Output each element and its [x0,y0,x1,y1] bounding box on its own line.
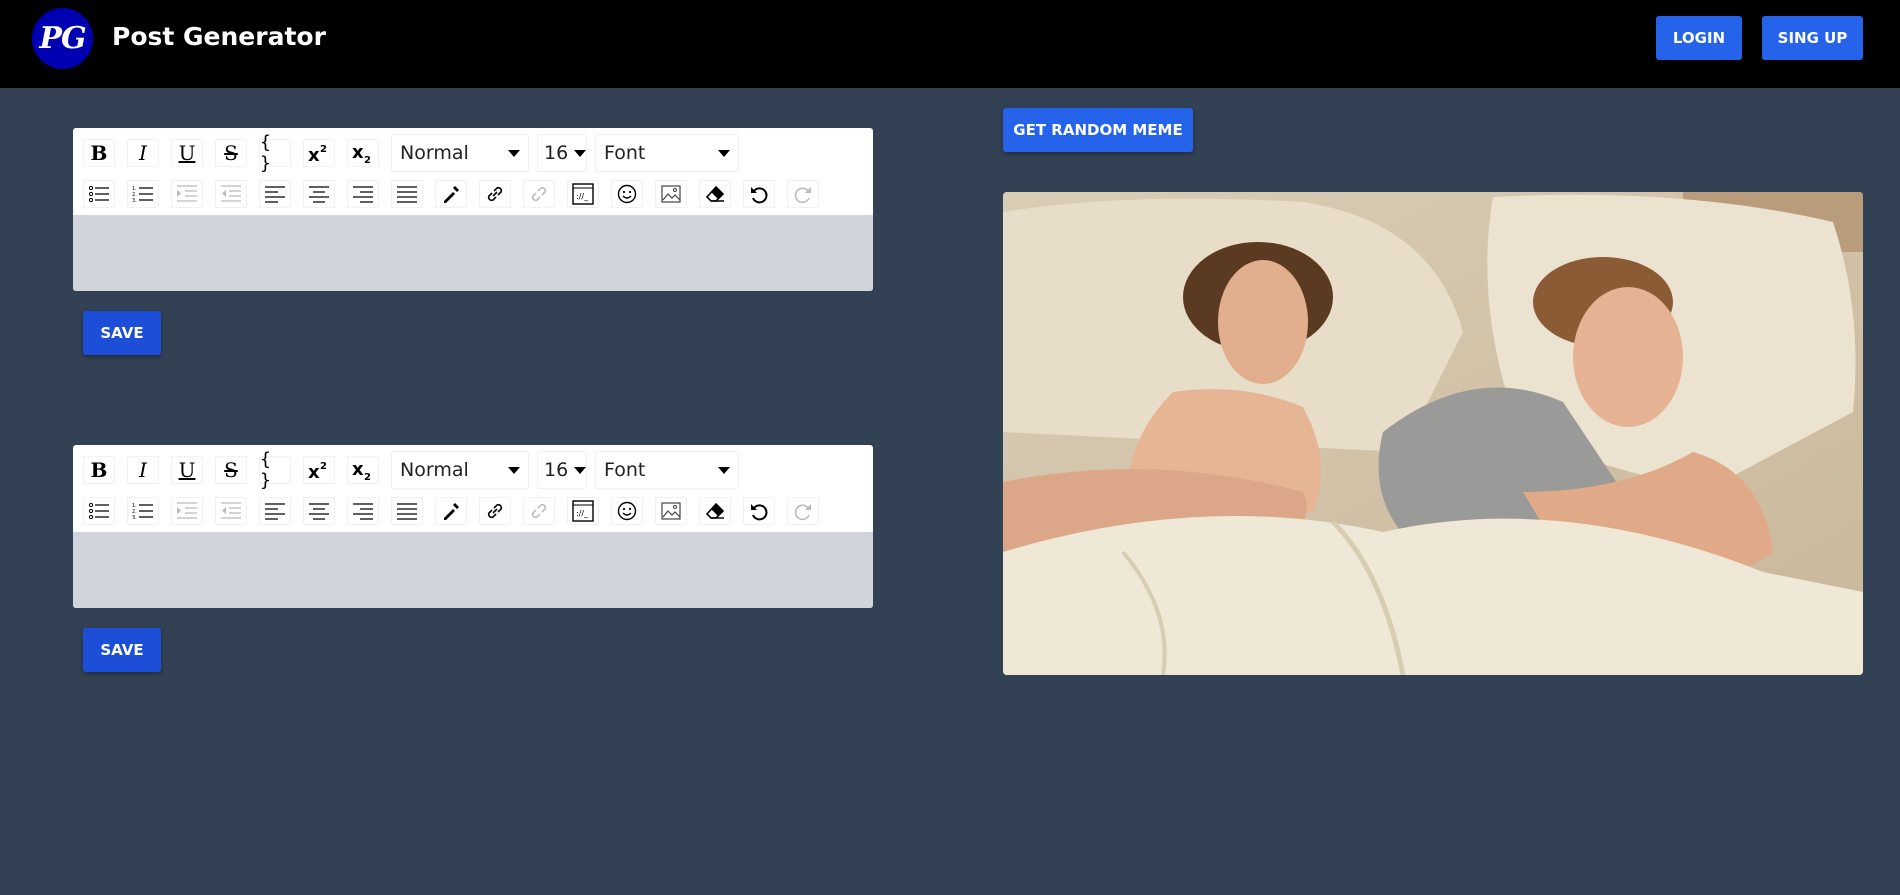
svg-text:://_: ://_ [576,509,589,518]
block-type-dropdown[interactable]: Normal [391,451,529,489]
underline-icon[interactable]: U [171,456,203,484]
toolbar-row-formatting: B I U S { } x2 x2 Normal 16 Font [83,449,747,491]
align-center-icon[interactable] [303,497,335,525]
toolbar-row-blocks: 1. 2. 3. ://_ [83,178,831,210]
svg-text:://_: ://_ [576,192,589,201]
align-right-icon[interactable] [347,180,379,208]
font-size-dropdown[interactable]: 16 [537,134,587,172]
block-type-value: Normal [400,459,469,481]
chevron-down-icon [508,466,520,474]
chevron-down-icon [574,149,587,157]
unlink-icon[interactable] [523,180,555,208]
save-button[interactable]: SAVE [83,628,161,672]
svg-text:2: 2 [364,155,371,164]
rich-text-editor-2: B I U S { } x2 x2 Normal 16 Font 1. 2. 3. [73,445,873,608]
signup-button[interactable]: SING UP [1762,16,1863,60]
eraser-icon[interactable] [699,497,731,525]
italic-icon[interactable]: I [127,139,159,167]
align-justify-icon[interactable] [391,497,423,525]
undo-icon[interactable] [743,180,775,208]
outdent-icon[interactable] [215,497,247,525]
image-icon[interactable] [655,180,687,208]
undo-icon[interactable] [743,497,775,525]
svg-text:2: 2 [320,461,327,472]
underline-icon[interactable]: U [171,139,203,167]
eraser-icon[interactable] [699,180,731,208]
code-icon[interactable]: { } [259,132,291,174]
embed-icon[interactable]: ://_ [567,497,599,525]
login-button[interactable]: LOGIN [1656,16,1742,60]
font-family-dropdown[interactable]: Font [595,134,739,172]
chevron-down-icon [718,466,730,474]
image-icon[interactable] [655,497,687,525]
strikethrough-icon[interactable]: S [215,456,247,484]
redo-icon[interactable] [787,497,819,525]
bold-icon[interactable]: B [83,139,115,167]
indent-icon[interactable] [171,180,203,208]
link-icon[interactable] [479,180,511,208]
svg-text:x: x [352,142,364,163]
chevron-down-icon [574,466,587,474]
bold-icon[interactable]: B [83,456,115,484]
block-type-dropdown[interactable]: Normal [391,134,529,172]
redo-icon[interactable] [787,180,819,208]
align-center-icon[interactable] [303,180,335,208]
align-justify-icon[interactable] [391,180,423,208]
rich-text-editor-1: B I U S { } x2 x2 Normal 16 Font 1. 2. 3. [73,128,873,291]
align-left-icon[interactable] [259,497,291,525]
svg-text:x: x [308,145,320,164]
superscript-icon[interactable]: x2 [303,456,335,484]
superscript-icon[interactable]: x2 [303,139,335,167]
svg-text:2: 2 [320,144,327,155]
align-left-icon[interactable] [259,180,291,208]
svg-text:3.: 3. [132,198,137,203]
color-picker-icon[interactable] [435,497,467,525]
unordered-list-icon[interactable] [83,180,115,208]
italic-icon[interactable]: I [127,456,159,484]
get-random-meme-button[interactable]: GET RANDOM MEME [1003,108,1193,152]
top-navbar: PG Post Generator LOGIN SING UP [0,0,1900,88]
svg-text:x: x [308,462,320,481]
unlink-icon[interactable] [523,497,555,525]
font-family-value: Font [604,459,646,481]
block-type-value: Normal [400,142,469,164]
editor-text-area[interactable] [73,532,873,608]
color-picker-icon[interactable] [435,180,467,208]
save-button[interactable]: SAVE [83,311,161,355]
align-right-icon[interactable] [347,497,379,525]
svg-text:3.: 3. [132,515,137,520]
code-icon[interactable]: { } [259,449,291,491]
emoji-icon[interactable] [611,497,643,525]
ordered-list-icon[interactable]: 1. 2. 3. [127,497,159,525]
subscript-icon[interactable]: x2 [347,139,379,167]
chevron-down-icon [718,149,730,157]
ordered-list-icon[interactable]: 1. 2. 3. [127,180,159,208]
meme-image [1003,192,1863,675]
unordered-list-icon[interactable] [83,497,115,525]
toolbar-row-blocks: 1. 2. 3. ://_ [83,495,831,527]
toolbar-row-formatting: B I U S { } x2 x2 Normal 16 Font [83,132,747,174]
app-title: Post Generator [112,22,326,51]
svg-text:x: x [352,459,364,480]
link-icon[interactable] [479,497,511,525]
font-family-value: Font [604,142,646,164]
outdent-icon[interactable] [215,180,247,208]
svg-text:2: 2 [364,472,371,481]
font-size-value: 16 [544,459,569,481]
strikethrough-icon[interactable]: S [215,139,247,167]
font-size-dropdown[interactable]: 16 [537,451,587,489]
editor-text-area[interactable] [73,215,873,291]
logo[interactable]: PG [32,8,93,69]
indent-icon[interactable] [171,497,203,525]
embed-icon[interactable]: ://_ [567,180,599,208]
font-family-dropdown[interactable]: Font [595,451,739,489]
subscript-icon[interactable]: x2 [347,456,379,484]
font-size-value: 16 [544,142,569,164]
emoji-icon[interactable] [611,180,643,208]
chevron-down-icon [508,149,520,157]
